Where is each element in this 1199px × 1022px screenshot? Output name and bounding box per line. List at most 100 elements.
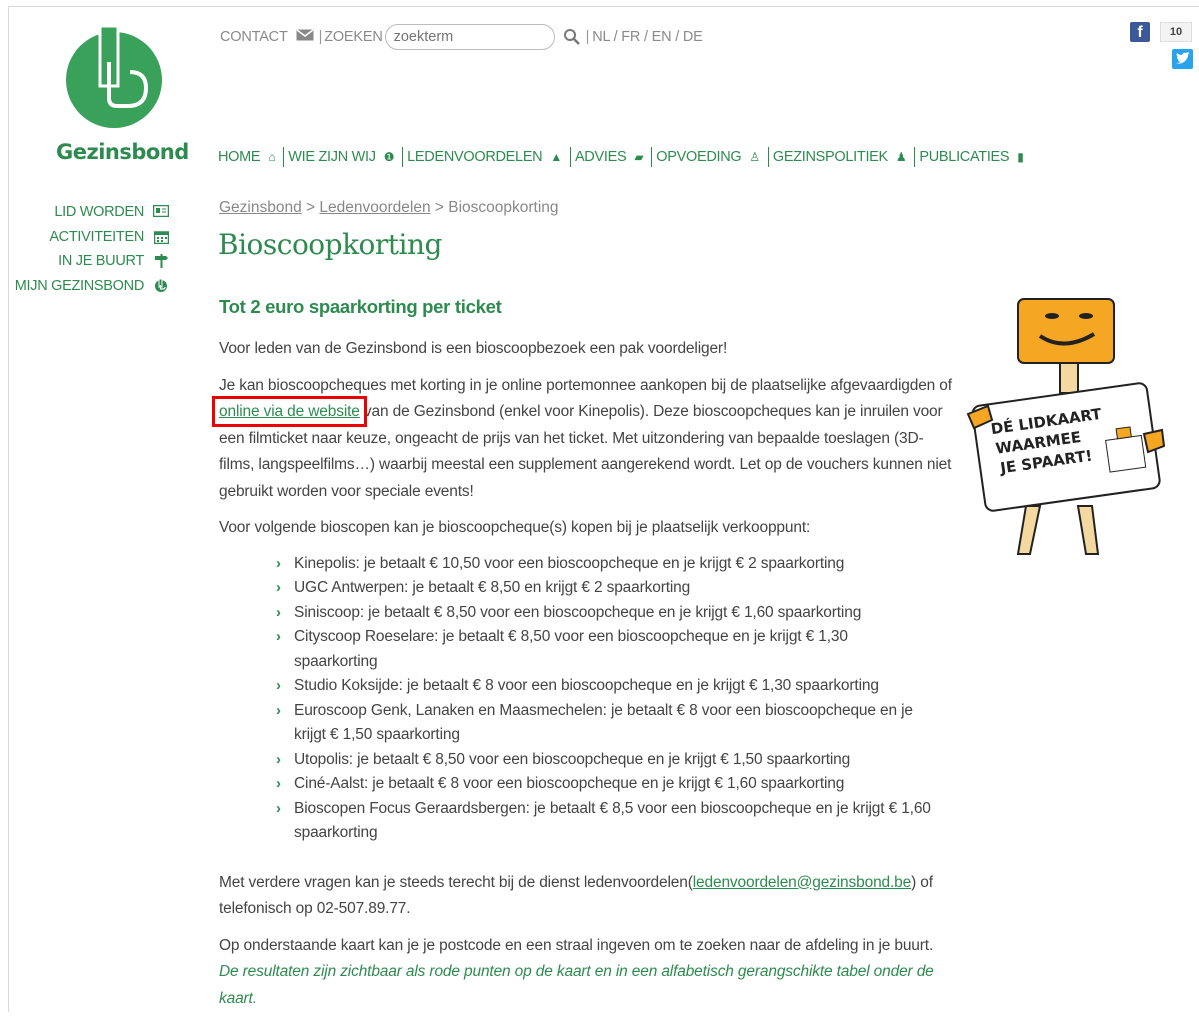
- cinema-list: › Kinepolis: je betaalt € 10,50 voor een …: [274, 552, 934, 846]
- chevron-right-icon: ›: [276, 799, 281, 817]
- nav-item-label: HOME: [218, 149, 261, 165]
- nav-separator: [914, 147, 916, 167]
- list-item: › Utopolis: je betaalt € 8,50 voor een bi…: [274, 748, 934, 773]
- list-item-text: Euroscoop Genk, Lanaken en Maasmechelen:…: [294, 701, 913, 744]
- list-item-text: Bioscopen Focus Geraardsbergen: je betaa…: [294, 799, 931, 842]
- calendar-icon: [152, 230, 170, 244]
- list-item: › UGC Antwerpen: je betaalt € 8,50 en kri…: [274, 576, 934, 601]
- cheques-paragraph: Je kan bioscoopcheques met korting in je…: [212, 373, 954, 506]
- list-item-text: Studio Koksijde: je betaalt € 8 voor een…: [294, 677, 879, 694]
- id-card-icon: [152, 205, 170, 219]
- separator: |: [318, 29, 323, 45]
- gezinsbond-logo-mark: [66, 24, 162, 128]
- list-item: › Kinepolis: je betaalt € 10,50 voor een …: [274, 552, 934, 577]
- nav-separator: [283, 147, 285, 167]
- left-nav-label: LID WORDEN: [54, 204, 144, 221]
- search-input[interactable]: [384, 24, 555, 50]
- gezinsbond-logo[interactable]: Gezinsbond: [56, 22, 189, 172]
- map-paragraph: Op onderstaande kaart kan je je postcode…: [219, 933, 954, 1013]
- left-nav-label: ACTIVITEITEN: [49, 228, 144, 245]
- left-nav-label: IN JE BUURT: [58, 253, 144, 270]
- nav-separator: [402, 147, 404, 167]
- list-item: › Studio Koksijde: je betaalt € 8 voor ee…: [274, 674, 934, 699]
- nav-item-label: ADVIES: [574, 149, 627, 165]
- facebook-icon[interactable]: f: [1130, 22, 1150, 42]
- list-item-text: Cityscoop Roeselare: je betaalt € 8,50 v…: [294, 628, 848, 670]
- text-span: Op onderstaande kaart kan je je postcode…: [219, 936, 934, 954]
- main-navigation: HOME ⌂ WIE ZIJN WIJ ❶ LEDENVOORDELEN ▲ ADVIES ▰…: [218, 147, 1032, 167]
- signpost-icon: [152, 254, 170, 269]
- left-nav-label: MIJN GEZINSBOND: [14, 277, 145, 294]
- list-item: › Ciné-Aalst: je betaalt € 8 voor een bio…: [274, 772, 934, 797]
- envelope-icon[interactable]: [296, 29, 314, 45]
- list-item: › Euroscoop Genk, Lanaken en Maasmechelen…: [274, 699, 934, 748]
- twitter-icon[interactable]: [1172, 49, 1193, 69]
- online-website-link[interactable]: online via de website: [212, 396, 367, 427]
- cinemas-intro: Voor volgende bioscopen kan je bioscoopc…: [219, 519, 811, 536]
- chevron-right-icon: ›: [276, 701, 281, 719]
- list-item: › Siniscoop: je betaalt € 8,50 voor een b…: [274, 601, 934, 626]
- nav-item-label: WIE ZIJN WIJ: [288, 149, 376, 165]
- language-switcher[interactable]: NL / FR / EN / DE: [592, 29, 703, 45]
- breadcrumb-home[interactable]: Gezinsbond: [219, 199, 302, 216]
- breadcrumb-separator: >: [301, 199, 320, 216]
- chevron-right-icon: ›: [276, 554, 281, 572]
- book-icon: ▮: [1017, 150, 1024, 164]
- home-icon: ⌂: [268, 150, 276, 164]
- email-link[interactable]: ledenvoordelen@gezinsbond.be: [693, 874, 912, 891]
- search-label: ZOEKEN: [324, 29, 383, 45]
- list-item-text: Kinepolis: je betaalt € 10,50 voor een b…: [294, 554, 845, 572]
- child-icon: ♙: [749, 150, 760, 164]
- contact-paragraph: Met verdere vragen kan je steeds terecht…: [219, 870, 954, 923]
- chevron-right-icon: ›: [276, 775, 281, 792]
- left-nav-lid-worden[interactable]: LID WORDEN: [15, 200, 170, 225]
- nav-item-publicaties[interactable]: PUBLICATIES ▮: [919, 149, 1031, 165]
- left-navigation: LID WORDEN ACTIVITEITEN IN JE BUURT MIJN…: [15, 200, 170, 298]
- list-item-text: Siniscoop: je betaalt € 8,50 voor een bi…: [294, 603, 862, 621]
- nav-item-ledenvoordelen[interactable]: LEDENVOORDELEN ▲: [407, 149, 570, 165]
- gezinsbond-logo-icon: [152, 278, 170, 293]
- text-span: Je kan bioscoopcheques met korting in je…: [219, 376, 952, 394]
- page-frame-left: [8, 6, 9, 1012]
- nav-item-advies[interactable]: ADVIES ▰: [575, 149, 651, 165]
- list-item-text: UGC Antwerpen: je betaalt € 8,50 en krij…: [294, 579, 691, 596]
- info-icon: ❶: [383, 150, 395, 164]
- breadcrumb: Gezinsbond > Ledenvoordelen > Bioscoopko…: [219, 199, 559, 217]
- chevron-right-icon: ›: [276, 579, 281, 596]
- nav-separator: [767, 147, 769, 167]
- chat-icon: ▰: [634, 150, 644, 164]
- left-nav-mijn-gezinsbond[interactable]: MIJN GEZINSBOND: [15, 274, 170, 299]
- map-hint: De resultaten zijn zichtbaar als rode pu…: [219, 963, 934, 1007]
- breadcrumb-current: Bioscoopkorting: [448, 199, 559, 216]
- page-title: Bioscoopkorting: [218, 228, 442, 261]
- left-nav-in-je-buurt[interactable]: IN JE BUURT: [15, 249, 170, 274]
- family-icon: ♟: [895, 150, 907, 164]
- list-item: › Cityscoop Roeselare: je betaalt € 8,50 …: [274, 625, 934, 674]
- top-utility-bar: CONTACT | ZOEKEN | NL / FR / EN / DE: [220, 24, 703, 50]
- nav-item-label: OPVOEDING: [656, 149, 742, 165]
- intro-paragraph: Voor leden van de Gezinsbond is een bios…: [219, 340, 728, 357]
- nav-item-opvoeding[interactable]: OPVOEDING ♙: [656, 149, 768, 165]
- left-nav-activiteiten[interactable]: ACTIVITEITEN: [15, 225, 170, 250]
- chevron-right-icon: ›: [276, 603, 281, 621]
- list-item-text: Ciné-Aalst: je betaalt € 8 voor een bios…: [294, 775, 845, 792]
- lidkaart-mascot-illustration: DÉ LIDKAART WAARMEE JE SPAART!: [966, 296, 1166, 561]
- nav-item-wie-zijn-wij[interactable]: WIE ZIJN WIJ ❶: [288, 149, 402, 165]
- breadcrumb-separator: >: [430, 199, 449, 216]
- separator: |: [585, 29, 590, 45]
- nav-item-gezinspolitiek[interactable]: GEZINSPOLITIEK ♟: [773, 149, 915, 165]
- user-icon: ▲: [550, 150, 562, 164]
- nav-item-home[interactable]: HOME ⌂: [218, 149, 283, 165]
- contact-link[interactable]: CONTACT: [220, 29, 288, 45]
- brand-name: Gezinsbond: [56, 140, 189, 164]
- breadcrumb-ledenvoordelen[interactable]: Ledenvoordelen: [319, 199, 430, 216]
- facebook-share-count: 10: [1160, 22, 1192, 42]
- nav-item-label: GEZINSPOLITIEK: [772, 149, 888, 165]
- search-icon[interactable]: [563, 28, 581, 46]
- nav-item-label: PUBLICATIES: [919, 149, 1010, 165]
- page-frame-top: [8, 6, 1199, 7]
- main-content: Voor leden van de Gezinsbond is een bios…: [212, 336, 954, 1022]
- chevron-right-icon: ›: [276, 628, 281, 645]
- text-span: Met verdere vragen kan je steeds terecht…: [219, 873, 693, 891]
- list-item: › Bioscopen Focus Geraardsbergen: je beta…: [274, 797, 934, 846]
